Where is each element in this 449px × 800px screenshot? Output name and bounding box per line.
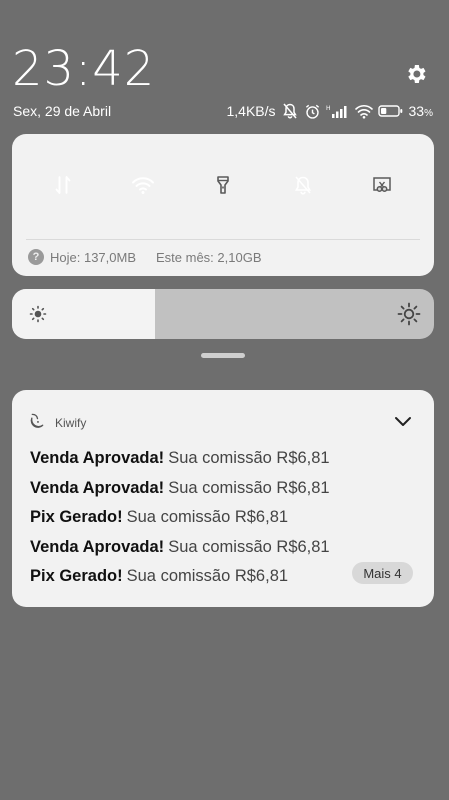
line-title: Venda Aprovada! [30,449,165,467]
brightness-high-icon [397,302,421,331]
signal-icon: H [326,103,350,119]
usage-month: Este mês: 2,10GB [156,249,262,265]
flashlight-icon [212,174,234,201]
svg-text:H: H [326,105,331,112]
brightness-slider[interactable] [12,289,434,339]
notification-lines: Venda Aprovada! Sua comissão R$6,81 Venda… [30,446,330,594]
brightness-low-icon [29,305,47,328]
notification-line: Pix Gerado! Sua comissão R$6,81 [30,564,330,594]
usage-today: Hoje: 137,0MB [50,249,136,265]
quick-settings-panel: ? Hoje: 137,0MB Este mês: 2,10GB [12,134,434,276]
notification-line: Venda Aprovada! Sua comissão R$6,81 [30,446,330,476]
line-title: Venda Aprovada! [30,478,165,497]
line-title: Venda Aprovada! [30,537,165,556]
notification-header: Kiwify [29,412,86,434]
toggle-silent[interactable] [274,158,332,216]
wifi-icon [131,175,155,200]
help-icon[interactable]: ? [28,249,44,265]
battery-icon [377,104,404,118]
toggle-flashlight[interactable] [194,158,252,216]
line-body: Sua comissão R$6,81 [126,567,289,585]
bell-off-icon [292,174,314,201]
notification-line: Venda Aprovada! Sua comissão R$6,81 [30,476,330,506]
line-body: Sua comissão R$6,81 [168,537,330,556]
net-speed: 1,4KB/s [226,103,276,119]
bell-muted-icon [281,102,299,120]
toggle-screenshot[interactable] [353,158,411,216]
toggle-mobile-data[interactable] [34,158,92,216]
toggle-wifi[interactable] [114,158,172,216]
data-usage[interactable]: ? Hoje: 137,0MB Este mês: 2,10GB [28,249,262,265]
line-body: Sua comissão R$6,81 [126,508,289,526]
collapse-chevron-icon[interactable] [394,415,412,433]
line-title: Pix Gerado! [30,508,123,526]
date-label[interactable]: Sex, 29 de Abril [13,103,111,119]
battery-percent: 33% [408,103,433,119]
data-arrows-icon [52,174,74,201]
line-body: Sua comissão R$6,81 [168,478,330,497]
divider [26,239,420,240]
panel-drag-handle[interactable] [201,353,245,358]
status-icons: 1,4KB/s H 33% [226,101,433,121]
kiwify-app-icon [29,412,46,434]
notification-card[interactable]: Kiwify Venda Aprovada! Sua comissão R$6,8… [12,390,434,607]
app-name: Kiwify [55,416,87,430]
notification-line: Pix Gerado! Sua comissão R$6,81 [30,505,330,535]
settings-gear-icon[interactable] [404,62,428,86]
line-body: Sua comissão R$6,81 [168,449,330,467]
wifi-status-icon [354,104,373,119]
alarm-icon [304,103,321,120]
notification-line: Venda Aprovada! Sua comissão R$6,81 [30,535,330,565]
clock-time[interactable]: 23:42 [12,44,155,94]
line-title: Pix Gerado! [30,567,123,585]
scissors-screenshot-icon [371,174,393,201]
more-button[interactable]: Mais 4 [352,562,413,584]
